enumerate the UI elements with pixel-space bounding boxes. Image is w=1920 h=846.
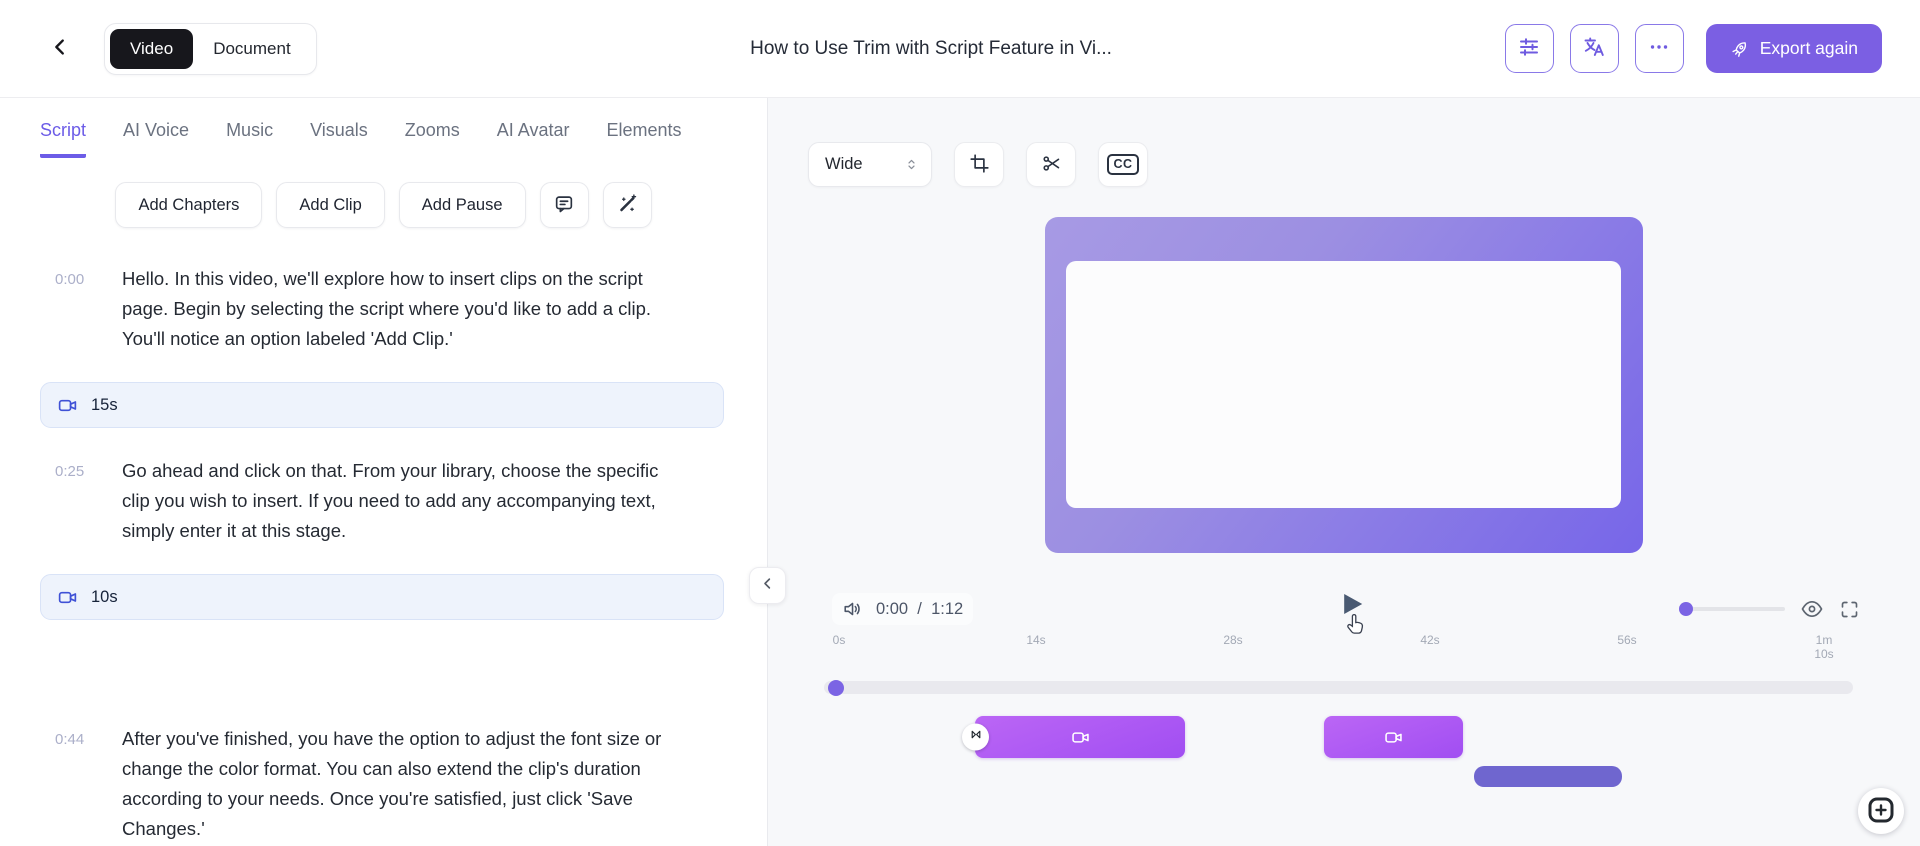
- translate-button[interactable]: [1570, 24, 1619, 73]
- rocket-icon: [1726, 34, 1754, 62]
- project-title[interactable]: How to Use Trim with Script Feature in V…: [750, 38, 1112, 60]
- header-actions: Export again: [1505, 24, 1882, 73]
- tick-14s: 14s: [1026, 633, 1045, 647]
- video-content-placeholder: [1066, 261, 1621, 508]
- tick-42s: 42s: [1420, 633, 1439, 647]
- script-block-3: 0:44 After you've finished, you have the…: [0, 724, 767, 844]
- timeline-zoom-slider[interactable]: [1681, 607, 1785, 611]
- export-again-button[interactable]: Export again: [1706, 24, 1882, 73]
- script-paragraph[interactable]: Hello. In this video, we'll explore how …: [122, 264, 688, 354]
- crop-button[interactable]: [954, 142, 1004, 187]
- volume-time-group: 0:00 / 1:12: [832, 593, 973, 625]
- tick-56s: 56s: [1617, 633, 1636, 647]
- add-media-button[interactable]: [1858, 788, 1904, 834]
- clip-chip-15s[interactable]: 15s: [40, 382, 724, 428]
- video-camera-icon: [1070, 727, 1091, 748]
- ellipsis-icon: [1647, 35, 1671, 62]
- timeline-audio-segment[interactable]: [1474, 766, 1622, 787]
- top-bar: Video Document How to Use Trim with Scri…: [0, 0, 1920, 98]
- tab-ai-avatar[interactable]: AI Avatar: [497, 120, 570, 158]
- tick-1m10s: 1m 10s: [1810, 633, 1839, 661]
- script-panel: Script AI Voice Music Visuals Zooms AI A…: [0, 98, 768, 846]
- timeline-clips-track: [768, 716, 1920, 826]
- video-canvas[interactable]: [1045, 217, 1643, 553]
- speaker-icon[interactable]: [842, 598, 864, 620]
- comment-icon: [553, 193, 575, 218]
- eye-icon[interactable]: [1800, 597, 1824, 621]
- export-again-label: Export again: [1760, 38, 1858, 59]
- timeline-clip-1[interactable]: [975, 716, 1185, 758]
- more-options-button[interactable]: [1635, 24, 1684, 73]
- fullscreen-icon[interactable]: [1839, 599, 1860, 620]
- slider-handle[interactable]: [1679, 602, 1693, 616]
- timestamp: 0:44: [55, 724, 100, 844]
- sliders-icon: [1517, 35, 1541, 62]
- video-camera-icon: [1383, 727, 1404, 748]
- aspect-ratio-value: Wide: [825, 155, 863, 174]
- timestamp: 0:25: [55, 456, 100, 546]
- tab-zooms[interactable]: Zooms: [405, 120, 460, 158]
- crop-icon: [969, 153, 990, 177]
- tab-elements[interactable]: Elements: [607, 120, 682, 158]
- transition-button[interactable]: [962, 724, 989, 751]
- cc-icon: CC: [1107, 154, 1138, 175]
- video-camera-icon: [57, 587, 78, 608]
- chevron-left-icon: [760, 576, 775, 596]
- timeline-clip-2[interactable]: [1324, 716, 1463, 758]
- tick-0s: 0s: [833, 633, 846, 647]
- back-button[interactable]: [38, 27, 82, 71]
- trim-button[interactable]: [1026, 142, 1076, 187]
- preview-panel: Wide CC: [768, 98, 1920, 846]
- script-paragraph[interactable]: Go ahead and click on that. From your li…: [122, 456, 688, 546]
- document-mode-button[interactable]: Document: [193, 29, 310, 69]
- script-block-2: 0:25 Go ahead and click on that. From yo…: [0, 456, 767, 546]
- tab-music[interactable]: Music: [226, 120, 273, 158]
- add-pause-button[interactable]: Add Pause: [399, 182, 526, 228]
- settings-button[interactable]: [1505, 24, 1554, 73]
- playhead-handle[interactable]: [828, 680, 844, 696]
- add-chapters-button[interactable]: Add Chapters: [115, 182, 262, 228]
- timeline-ruler[interactable]: 0s 14s 28s 42s 56s 1m 10s: [824, 633, 1853, 667]
- video-mode-button[interactable]: Video: [110, 29, 193, 69]
- magic-wand-icon: [616, 193, 638, 218]
- subtitles-button[interactable]: CC: [1098, 142, 1148, 187]
- transition-icon: [969, 728, 983, 747]
- script-list: 0:00 Hello. In this video, we'll explore…: [0, 264, 767, 844]
- clip-duration-label: 10s: [91, 588, 118, 607]
- chevron-updown-icon: [904, 157, 919, 172]
- magic-wand-button[interactable]: [603, 182, 652, 228]
- aspect-ratio-select[interactable]: Wide: [808, 142, 932, 187]
- view-controls: [1681, 597, 1860, 621]
- comments-button[interactable]: [540, 182, 589, 228]
- clip-chip-10s[interactable]: 10s: [40, 574, 724, 620]
- main-area: Script AI Voice Music Visuals Zooms AI A…: [0, 98, 1920, 846]
- tab-script[interactable]: Script: [40, 120, 86, 158]
- play-button[interactable]: [1343, 593, 1363, 620]
- playback-time: 0:00 / 1:12: [876, 600, 963, 619]
- video-camera-icon: [57, 395, 78, 416]
- script-toolbar: Add Chapters Add Clip Add Pause: [0, 182, 767, 228]
- clip-duration-label: 15s: [91, 396, 118, 415]
- tick-28s: 28s: [1223, 633, 1242, 647]
- tab-ai-voice[interactable]: AI Voice: [123, 120, 189, 158]
- editor-tabs: Script AI Voice Music Visuals Zooms AI A…: [0, 98, 767, 158]
- add-clip-button[interactable]: Add Clip: [276, 182, 384, 228]
- video-document-toggle: Video Document: [104, 23, 317, 75]
- tab-visuals[interactable]: Visuals: [310, 120, 368, 158]
- script-block-1: 0:00 Hello. In this video, we'll explore…: [0, 264, 767, 354]
- preview-toolbar: Wide CC: [768, 98, 1920, 187]
- translate-icon: [1582, 35, 1606, 62]
- scissors-icon: [1041, 153, 1062, 177]
- add-media-icon: [1866, 795, 1896, 828]
- timeline-scrubber[interactable]: [824, 681, 1853, 694]
- timestamp: 0:00: [55, 264, 100, 354]
- script-paragraph[interactable]: After you've finished, you have the opti…: [122, 724, 688, 844]
- chevron-left-icon: [49, 36, 71, 61]
- playback-controls: 0:00 / 1:12: [768, 591, 1920, 627]
- collapse-panel-button[interactable]: [749, 567, 786, 604]
